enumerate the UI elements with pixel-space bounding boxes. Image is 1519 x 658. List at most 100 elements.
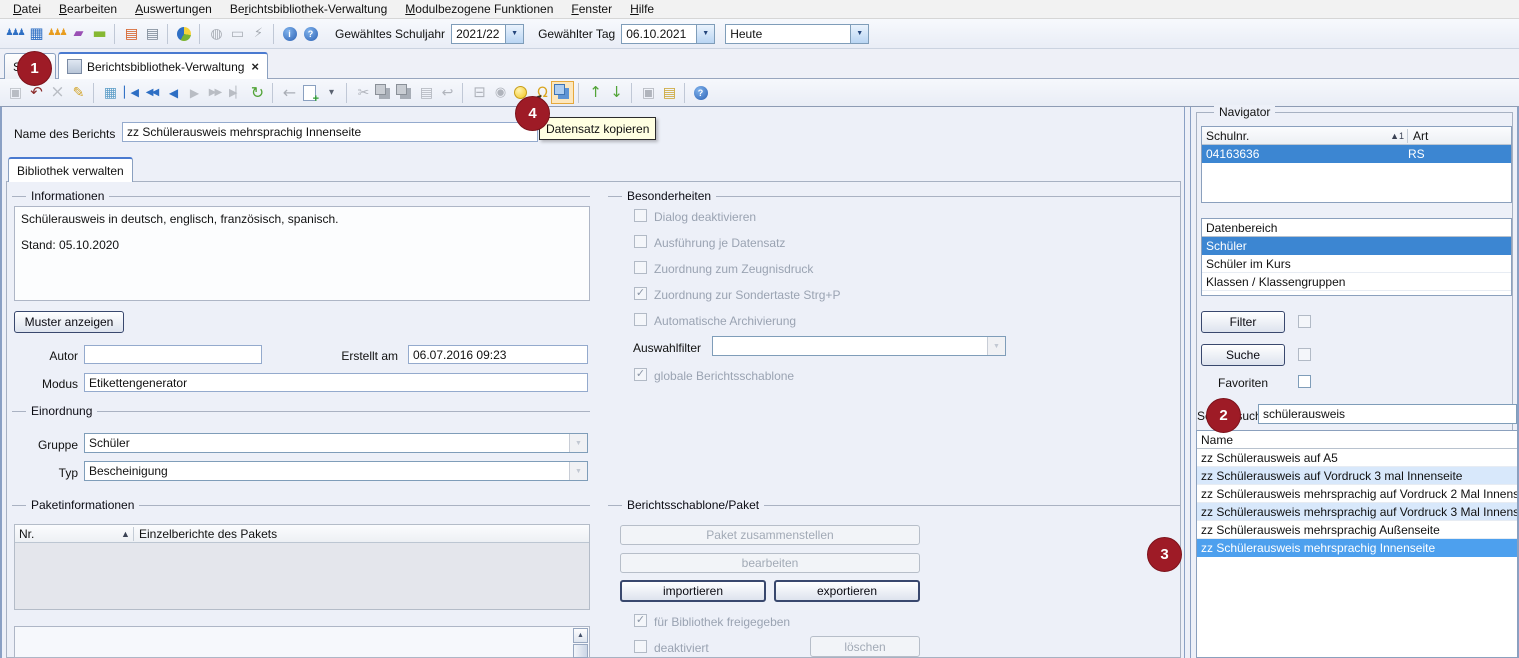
nav-prev-icon[interactable]: ◀: [162, 82, 183, 103]
paket-col-nr[interactable]: Nr.: [15, 527, 121, 541]
menu-hilfe[interactable]: Hilfe: [621, 1, 663, 17]
importieren-label: importieren: [663, 584, 723, 598]
scrollbar-thumb[interactable]: [573, 644, 588, 658]
muster-anzeigen-button[interactable]: Muster anzeigen: [14, 311, 124, 333]
list-item[interactable]: zz Schülerausweis mehrsprachig Innenseit…: [1197, 539, 1517, 557]
info-icon[interactable]: i: [279, 23, 300, 44]
list-item[interactable]: zz Schülerausweis auf Vordruck 3 mal Inn…: [1197, 467, 1517, 485]
list-item[interactable]: zz Schülerausweis auf A5: [1197, 449, 1517, 467]
edit-record-icon[interactable]: ✎: [67, 82, 88, 103]
day-mode-select[interactable]: Heute ▼: [725, 24, 869, 44]
list-item[interactable]: Klassen / Klassengruppen: [1202, 273, 1511, 291]
menu-bearbeiten[interactable]: Bearbeiten: [50, 1, 126, 17]
new-record-icon[interactable]: +: [299, 82, 320, 103]
nav-first-icon[interactable]: ▏◀: [120, 82, 141, 103]
menu-auswertungen[interactable]: Auswertungen: [126, 1, 221, 17]
group-paketinformationen-label: Paketinformationen: [26, 498, 139, 512]
suche-button[interactable]: Suche: [1201, 344, 1285, 366]
list-item[interactable]: zz Schülerausweis mehrsprachig auf Vordr…: [1197, 503, 1517, 521]
exportieren-button[interactable]: exportieren: [774, 580, 920, 602]
school-col-schulnr[interactable]: Schulnr.: [1202, 129, 1390, 143]
paket-col-einzelberichte[interactable]: Einzelberichte des Pakets: [133, 527, 277, 541]
toolbar-separator: [93, 83, 94, 103]
menu-datei[interactable]: Datei: [4, 1, 50, 17]
notes-box[interactable]: [14, 626, 590, 658]
toolbar-separator: [346, 83, 347, 103]
report-name-input[interactable]: zz Schülerausweis mehrsprachig Innenseit…: [122, 122, 538, 142]
help-circle-icon[interactable]: ?: [690, 82, 711, 103]
school-building-icon[interactable]: ▦: [25, 23, 46, 44]
chevron-down-icon[interactable]: ▼: [696, 25, 714, 43]
menu-berichtsbibliothek-verwaltung[interactable]: Berichtsbibliothek-Verwaltung: [221, 1, 396, 17]
window-remove-icon: ▭: [226, 23, 247, 44]
pie-chart-icon[interactable]: [173, 23, 194, 44]
copy-icon: [373, 82, 394, 103]
group-einordnung: Einordnung: [12, 411, 590, 412]
table-row[interactable]: 04163636RS: [1202, 145, 1511, 163]
note-certificate-icon[interactable]: ▰: [67, 23, 88, 44]
toolbar-separator: [631, 83, 632, 103]
day-date-input[interactable]: 06.10.2021 ▼: [621, 24, 715, 44]
schnellsuche-input[interactable]: schülerausweis: [1258, 404, 1517, 424]
green-board-icon[interactable]: ▬: [88, 23, 109, 44]
group-berichtsschablone: Berichtsschablone/Paket: [608, 505, 1180, 506]
students-orange-icon[interactable]: ♟♟♟: [46, 23, 67, 44]
menu-fenster[interactable]: Fenster: [562, 1, 621, 17]
list-item[interactable]: Schüler im Kurs: [1202, 255, 1511, 273]
school-col-art[interactable]: Art: [1407, 129, 1511, 143]
school-year-label: Gewähltes Schuljahr: [335, 27, 445, 41]
report-name-list[interactable]: Name zz Schülerausweis auf A5zz Schülera…: [1196, 430, 1518, 658]
suche-checkbox[interactable]: [1298, 348, 1311, 361]
info-textarea[interactable]: Schülerausweis in deutsch, englisch, fra…: [14, 206, 590, 301]
sort-asc-icon: ▲: [121, 529, 133, 539]
tab-berichtsbibliothek[interactable]: Berichtsbibliothek-Verwaltung ×: [58, 52, 268, 79]
menu-modulbezogene-funktionen[interactable]: Modulbezogene Funktionen: [396, 1, 562, 17]
autor-input[interactable]: [84, 345, 262, 364]
auswahlfilter-select: ▼: [712, 336, 1006, 356]
gruppe-select: Schüler ▼: [84, 433, 588, 453]
list-item[interactable]: zz Schülerausweis mehrsprachig auf Vordr…: [1197, 485, 1517, 503]
besonderheiten-label-2: Zuordnung zum Zeugnisdruck: [654, 262, 813, 276]
favoriten-checkbox[interactable]: [1298, 375, 1311, 388]
school-year-value: 2021/22: [452, 27, 505, 41]
name-list-header[interactable]: Name: [1197, 431, 1517, 449]
toolbar-separator: [684, 83, 685, 103]
filter-button[interactable]: Filter: [1201, 311, 1285, 333]
close-icon[interactable]: ×: [251, 60, 259, 73]
day-label: Gewählter Tag: [538, 27, 615, 41]
refresh-icon[interactable]: ↻: [246, 82, 267, 103]
tab-bibliothek-verwalten[interactable]: Bibliothek verwalten: [8, 157, 133, 182]
filter-checkbox[interactable]: [1298, 315, 1311, 328]
importieren-button[interactable]: importieren: [620, 580, 766, 602]
main-toolbar-icons: ♟♟♟▦♟♟♟▰▬▤▤◍▭⚡i?: [4, 23, 321, 44]
help-icon[interactable]: ?: [300, 23, 321, 44]
chevron-down-icon[interactable]: ▼: [850, 25, 868, 43]
export-icon[interactable]: ↓: [605, 82, 626, 103]
book-select-icon[interactable]: ▤: [120, 23, 141, 44]
export-report-icon[interactable]: ▤: [658, 82, 679, 103]
copy-record-icon[interactable]: [552, 82, 573, 103]
paket-table[interactable]: Nr. ▲ Einzelberichte des Pakets: [14, 524, 590, 610]
chevron-down-icon[interactable]: ▼: [505, 25, 523, 43]
splitter-handle[interactable]: [1190, 107, 1191, 658]
new-record-caret-icon[interactable]: ▾: [320, 82, 341, 103]
print-icon: ⊟: [468, 82, 489, 103]
splitter-handle[interactable]: [1184, 107, 1185, 658]
day-date-value: 06.10.2021: [622, 27, 696, 41]
chevron-down-icon: ▼: [569, 434, 587, 452]
data-table-icon[interactable]: ▦: [99, 82, 120, 103]
globale-berichtsschablone-checkbox: [634, 368, 647, 381]
annotation-badge-4: 4: [515, 96, 550, 131]
school-year-select[interactable]: 2021/22 ▼: [451, 24, 524, 44]
datenbereich-list[interactable]: Datenbereich SchülerSchüler im KursKlass…: [1201, 218, 1512, 296]
group-besonderheiten: Besonderheiten: [608, 196, 1180, 197]
school-table[interactable]: Schulnr. ▲1 Art 04163636RS: [1201, 126, 1512, 203]
nav-prev-fast-icon[interactable]: ◀◀: [141, 82, 162, 103]
list-item[interactable]: zz Schülerausweis mehrsprachig Außenseit…: [1197, 521, 1517, 539]
scroll-up-icon[interactable]: ▲: [573, 628, 588, 643]
students-blue-icon[interactable]: ♟♟♟: [4, 23, 25, 44]
report-binder-icon[interactable]: ▤: [141, 23, 162, 44]
import-icon[interactable]: ↑: [584, 82, 605, 103]
list-item[interactable]: Schüler: [1202, 237, 1511, 255]
name-list-rows: zz Schülerausweis auf A5zz Schülerauswei…: [1197, 449, 1517, 557]
